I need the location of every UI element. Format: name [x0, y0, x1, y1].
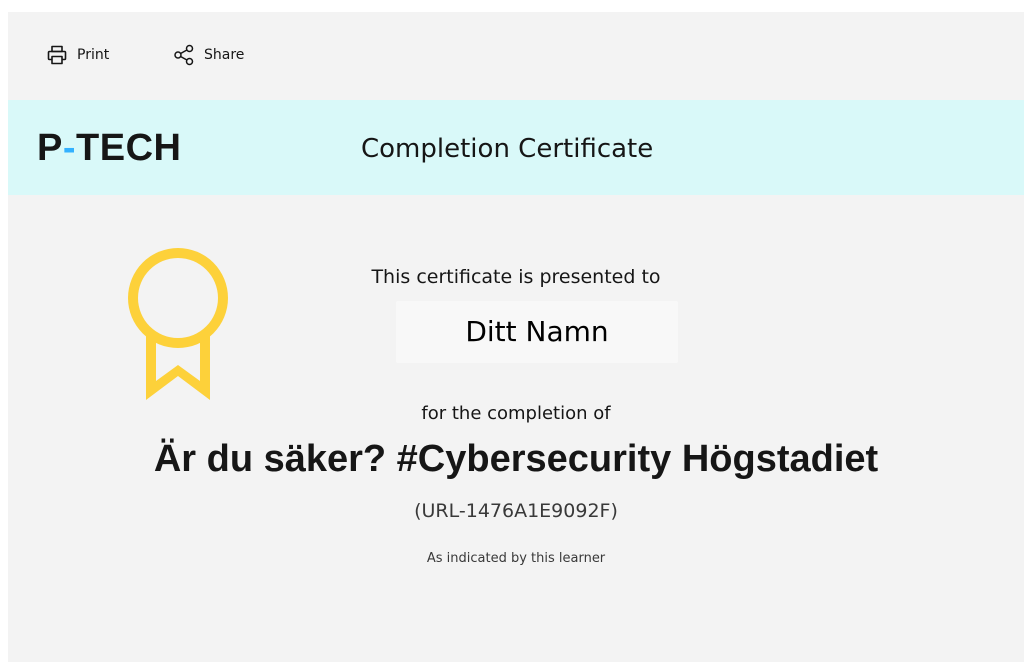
p-tech-logo: P-TECH — [37, 128, 181, 168]
logo-dash: - — [62, 127, 77, 169]
learner-note: As indicated by this learner — [426, 551, 606, 566]
recipient-name: Ditt Namn — [396, 301, 678, 363]
certificate-id: (URL-1476A1E9092F) — [414, 500, 618, 522]
print-label: Print — [77, 47, 110, 63]
logo-part2: TECH — [76, 127, 182, 169]
toolbar: Print Share — [8, 12, 1024, 100]
certificate-header-banner: P-TECH Completion Certificate — [8, 100, 1024, 195]
certificate-title: Completion Certificate — [361, 134, 654, 164]
logo-part1: P — [37, 127, 63, 169]
share-label: Share — [204, 47, 245, 63]
printer-icon — [46, 44, 68, 66]
completion-text: for the completion of — [421, 403, 611, 424]
certificate-page: Print Share P-TECH Completion Certificat… — [8, 12, 1024, 662]
presented-to-text: This certificate is presented to — [371, 266, 661, 288]
course-title: Är du säker? #Cybersecurity Högstadiet — [153, 438, 879, 480]
share-button[interactable]: Share — [173, 44, 244, 66]
share-icon — [173, 44, 195, 66]
print-button[interactable]: Print — [46, 44, 109, 66]
